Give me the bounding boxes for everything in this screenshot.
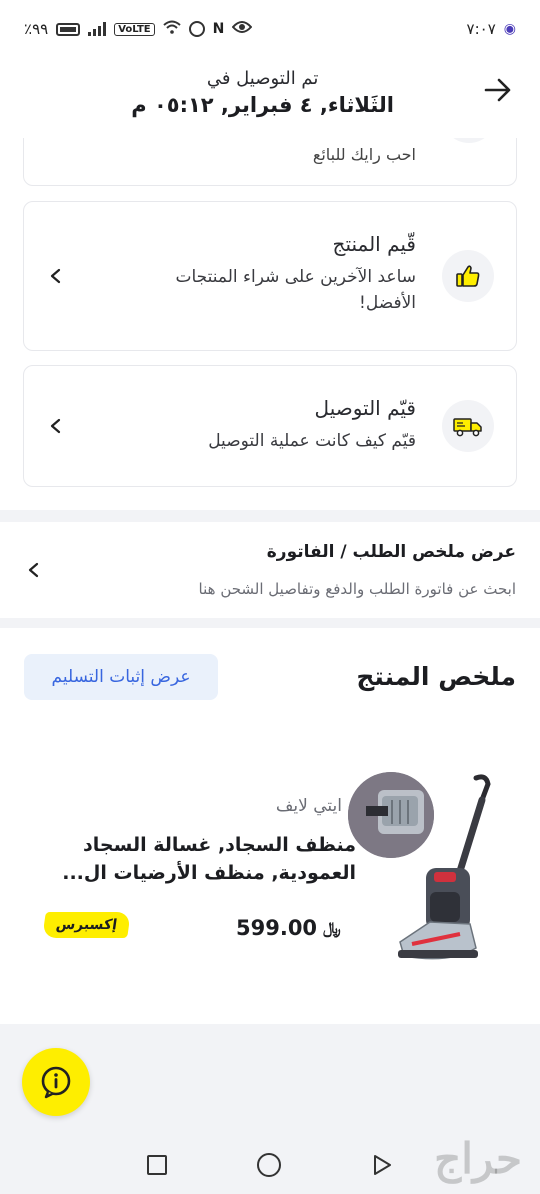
signal-icon — [88, 22, 107, 36]
product-thumbnail[interactable] — [348, 772, 434, 858]
recent-apps-button[interactable] — [147, 1155, 167, 1175]
status-right: ٧:٠٧ ◉ — [467, 20, 516, 38]
rate-delivery-desc: قيّم كيف كانت عملية التوصيل — [208, 431, 416, 451]
seller-rating-text: احب رايك للبائع — [312, 145, 416, 164]
battery-percent: ٪٩٩ — [24, 20, 49, 38]
app-notification-icon: ◉ — [503, 21, 516, 37]
invoice-title: عرض ملخص الطلب / الفاتورة — [266, 542, 516, 562]
rate-product-card[interactable]: قّيم المنتج ساعد الآخرين على شراء المنتج… — [23, 201, 517, 351]
status-time: ٧:٠٧ — [466, 20, 496, 38]
proof-of-delivery-button[interactable]: عرض إثبات التسليم — [24, 654, 218, 700]
wifi-icon — [162, 20, 181, 38]
battery-icon — [56, 22, 81, 36]
nfc-icon: N — [212, 21, 225, 37]
chevron-left-icon — [50, 418, 61, 434]
rate-delivery-text: قيّم التوصيل قيّم كيف كانت عملية التوصيل — [116, 396, 416, 454]
product-name[interactable]: منظف السجاد, غسالة السجاد العمودية, منظف… — [56, 832, 356, 887]
info-icon — [41, 1066, 71, 1099]
invoice-desc: ابحث عن فاتورة الطلب والدفع وتفاصيل الشح… — [198, 580, 516, 598]
rate-product-desc: ساعد الآخرين على شراء المنتجات الأفضل! — [175, 267, 416, 314]
product-brand[interactable]: ايتي لايف — [276, 796, 342, 816]
seller-rating-card[interactable]: احب رايك للبائع — [23, 138, 517, 186]
rate-product-title: قّيم المنتج — [332, 232, 416, 256]
help-button[interactable] — [22, 1048, 90, 1116]
price-value: 599.00 — [236, 916, 318, 940]
rating-cards: احب رايك للبائع قّيم المنتج ساعد الآخرين… — [0, 138, 540, 510]
summary-title: ملخص المنتج — [356, 662, 516, 691]
rate-delivery-title: قيّم التوصيل — [314, 396, 416, 420]
home-button[interactable] — [257, 1153, 281, 1177]
status-left: ٪٩٩ VoLTE N — [24, 20, 253, 38]
header-text: تم التوصيل في الثَلاثاء, ٤ فبراير, ٠٥:١٢… — [131, 68, 394, 117]
truck-icon — [442, 400, 494, 452]
product-summary: ملخص المنتج عرض إثبات التسليم ايتي لايف … — [0, 628, 540, 1024]
rate-delivery-card[interactable]: قيّم التوصيل قيّم كيف كانت عملية التوصيل — [23, 365, 517, 487]
chevron-left-icon — [28, 562, 39, 578]
chevron-left-icon — [50, 268, 61, 284]
delivery-date: الثَلاثاء, ٤ فبراير, ٠٥:١٢ م — [131, 93, 394, 117]
arrow-right-icon — [484, 78, 511, 102]
seller-rating-icon — [442, 138, 496, 143]
express-badge: إكسبرس — [42, 912, 131, 938]
header: تم التوصيل في الثَلاثاء, ٤ فبراير, ٠٥:١٢… — [0, 58, 540, 138]
riyal-symbol: ﷼ — [323, 918, 341, 937]
back-button[interactable] — [478, 70, 518, 110]
invoice-row[interactable]: عرض ملخص الطلب / الفاتورة ابحث عن فاتورة… — [0, 522, 540, 618]
watermark-logo: حراج — [434, 1134, 522, 1183]
rate-product-text: قّيم المنتج ساعد الآخرين على شراء المنتج… — [116, 232, 416, 317]
status-bar: ٪٩٩ VoLTE N ٧:٠٧ ◉ — [0, 0, 540, 58]
volte-icon: VoLTE — [114, 22, 155, 36]
back-triangle-icon[interactable] — [371, 1153, 393, 1177]
alarm-icon — [188, 21, 205, 37]
thumbs-up-icon — [442, 250, 494, 302]
product-price: 599.00 ﷼ — [236, 916, 341, 940]
eye-icon — [231, 20, 253, 38]
delivered-label: تم التوصيل في — [206, 68, 319, 89]
